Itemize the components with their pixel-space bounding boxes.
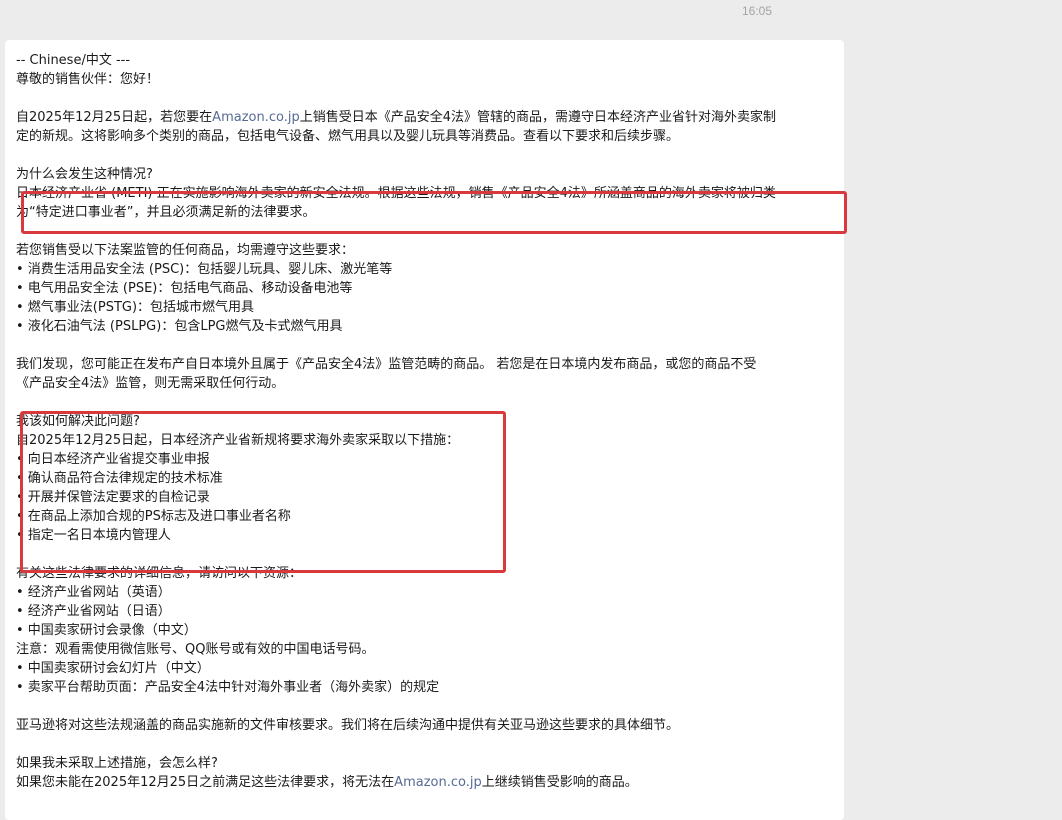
resource-item[interactable]: • 经济产业省网站（英语）: [16, 583, 836, 602]
resource-item[interactable]: • 卖家平台帮助页面：产品安全4法中针对海外事业者（海外卖家）的规定: [16, 678, 836, 697]
laws-intro: 若您销售受以下法案监管的任何商品，均需遵守这些要求：: [16, 243, 355, 258]
solve-item: • 向日本经济产业省提交事业申报: [16, 452, 210, 467]
message-timestamp: 16:05: [742, 4, 773, 18]
solve-intro: 自2025年12月25日起，日本经济产业省新规将要求海外卖家采取以下措施：: [16, 433, 460, 448]
noaction-text-pre: 如果您未能在2025年12月25日之前满足这些法律要求，将无法在: [16, 775, 395, 790]
found-line-1: 我们发现，您可能正在发布产自日本境外且属于《产品安全4法》监管范畴的商品。 若您…: [16, 357, 757, 372]
solve-item: • 在商品上添加合规的PS标志及进口事业者名称: [16, 509, 291, 524]
solve-item: • 指定一名日本境内管理人: [16, 528, 171, 543]
message-bubble[interactable]: -- Chinese/中文 --- 尊敬的销售伙伴：您好！ 自2025年12月2…: [5, 40, 847, 820]
intro-line-2: 定的新规。这将影响多个类别的商品，包括电气设备、燃气用具以及婴儿玩具等消费品。查…: [16, 129, 680, 144]
message-content: -- Chinese/中文 --- 尊敬的销售伙伴：您好！ 自2025年12月2…: [16, 51, 847, 792]
resources-intro: 有关这些法律要求的详细信息，请访问以下资源：: [16, 566, 303, 581]
amazon-jp-link[interactable]: Amazon.co.jp: [394, 775, 482, 790]
resource-note: 注意：观看需使用微信账号、QQ账号或有效的中国电话号码。: [16, 642, 375, 657]
resource-item[interactable]: • 中国卖家研讨会幻灯片（中文）: [16, 659, 836, 678]
law-item: • 消费生活用品安全法 (PSC)：包括婴儿玩具、婴儿床、激光笔等: [16, 262, 393, 277]
noaction-heading: 如果我未采取上述措施，会怎么样?: [16, 756, 218, 771]
law-item: • 液化石油气法 (PSLPG)：包含LPG燃气及卡式燃气用具: [16, 319, 343, 334]
greeting: 尊敬的销售伙伴：您好！: [16, 72, 160, 87]
amazon-jp-link[interactable]: Amazon.co.jp: [212, 110, 300, 125]
law-item: • 燃气事业法(PSTG)：包括城市燃气用具: [16, 300, 255, 315]
solve-item: • 确认商品符合法律规定的技术标准: [16, 471, 223, 486]
why-line-2: 为“特定进口事业者”，并且必须满足新的法律要求。: [16, 205, 316, 220]
review-text: 亚马逊将对这些法规涵盖的商品实施新的文件审核要求。我们将在后续沟通中提供有关亚马…: [16, 718, 680, 733]
intro-text-pre: 自2025年12月25日起，若您要在: [16, 110, 213, 125]
noaction-text-post: 上继续销售受影响的商品。: [481, 775, 638, 790]
why-line-1: 日本经济产业省 (METI) 正在实施影响海外卖家的新安全法规。根据这些法规，销…: [16, 186, 776, 201]
noaction-line-1: 如果您未能在2025年12月25日之前满足这些法律要求，将无法在Amazon.c…: [16, 773, 836, 792]
solve-item: • 开展并保管法定要求的自检记录: [16, 490, 210, 505]
intro-text-post: 上销售受日本《产品安全4法》管辖的商品，需遵守日本经济产业省针对海外卖家制: [299, 110, 776, 125]
found-line-2: 《产品安全4法》监管，则无需采取任何行动。: [16, 376, 285, 391]
why-heading: 为什么会发生这种情况?: [16, 167, 153, 182]
resource-item[interactable]: • 经济产业省网站（日语）: [16, 602, 836, 621]
resource-item[interactable]: • 中国卖家研讨会录像（中文）: [16, 621, 836, 640]
language-header: -- Chinese/中文 ---: [16, 53, 131, 68]
law-item: • 电气用品安全法 (PSE)：包括电气商品、移动设备电池等: [16, 281, 353, 296]
intro-line-1: 自2025年12月25日起，若您要在Amazon.co.jp上销售受日本《产品安…: [16, 108, 836, 127]
solve-heading: 我该如何解决此问题?: [16, 414, 140, 429]
